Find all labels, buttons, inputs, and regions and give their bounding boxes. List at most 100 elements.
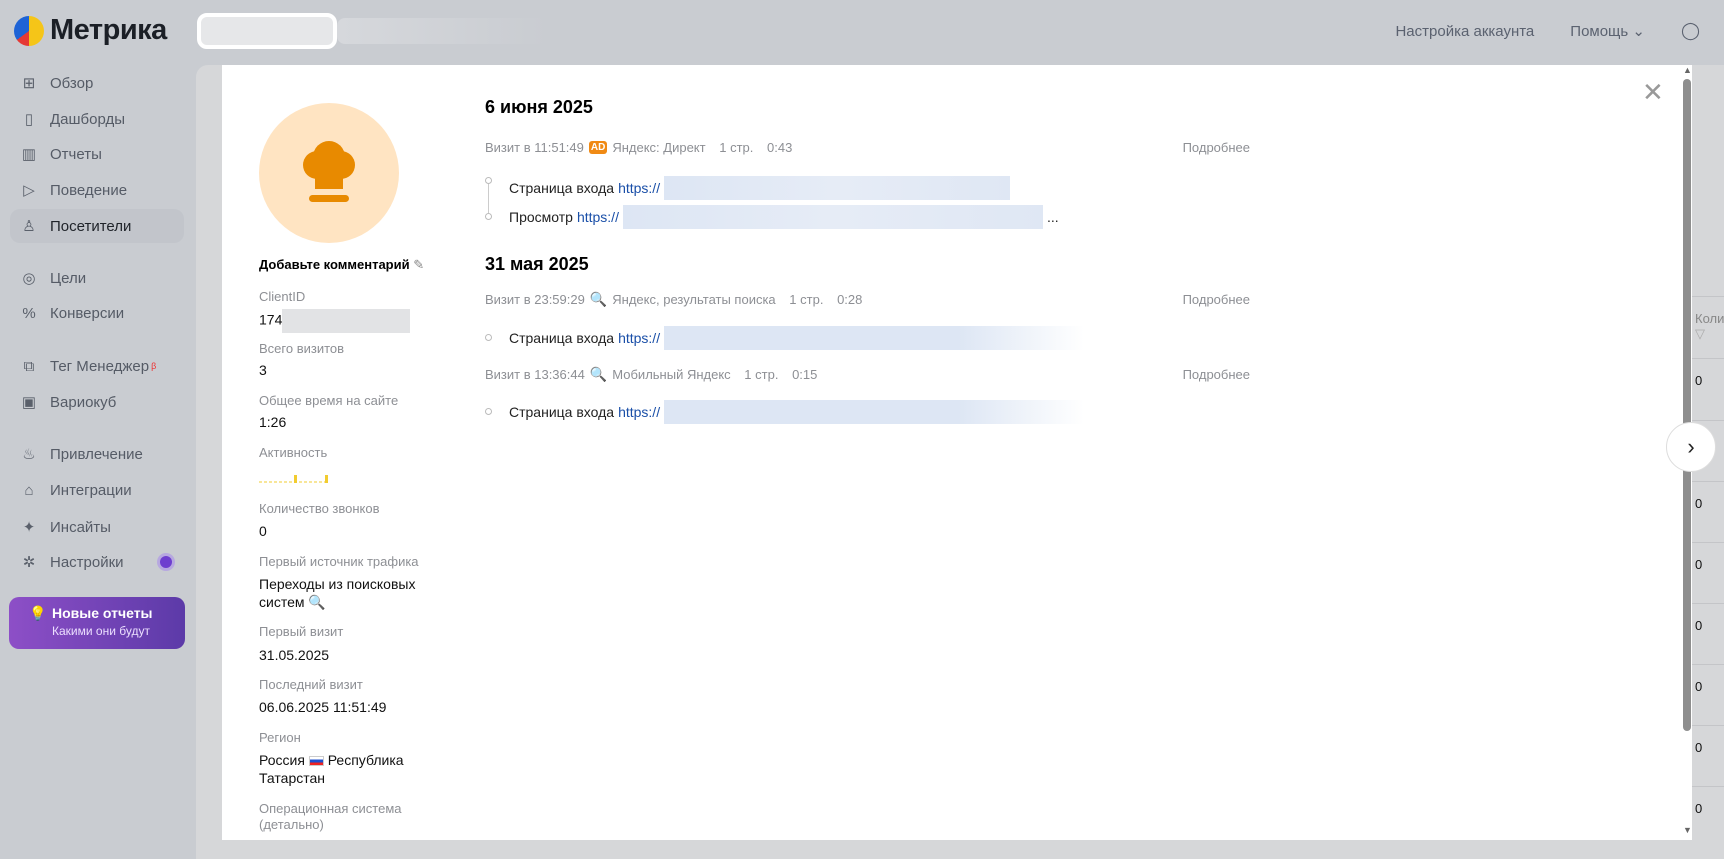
page-entry: Страница входа https:// (509, 400, 1085, 424)
scroll-down-arrow[interactable]: ▼ (1683, 825, 1692, 835)
clientid-label: ClientID (259, 289, 306, 304)
sidebar-item-acquisition[interactable]: ♨ Привлечение (10, 437, 184, 471)
filter-icon[interactable]: ▽ (1695, 326, 1705, 341)
metrika-logo[interactable]: Метрика (14, 14, 167, 47)
visit-pages: 1 стр. (789, 292, 824, 307)
counter-name-redacted (337, 18, 547, 44)
chef-hat-icon (303, 141, 355, 202)
sidebar-item-overview[interactable]: ⊞ Обзор (10, 66, 184, 100)
sidebar-item-integrations[interactable]: ⌂ Интеграции (10, 473, 184, 507)
promo-subtitle: Какими они будут (52, 624, 150, 638)
sidebar-item-label: Инсайты (50, 518, 111, 536)
timeline-dot (485, 334, 492, 341)
timeline-dot (485, 177, 492, 184)
bar-chart-icon: ▥ (21, 146, 37, 163)
account-settings-link[interactable]: Настройка аккаунта (1395, 23, 1534, 40)
first-source-value: Переходы из поисковых систем 🔍 (259, 575, 439, 611)
visit-row: Визит в 23:59:29 🔍 Яндекс, результаты поис… (485, 291, 1250, 308)
promo-title: Новые отчеты (52, 605, 153, 621)
timeline-line (488, 181, 489, 213)
sidebar-item-label: Обзор (50, 74, 94, 92)
first-visit-value: 31.05.2025 (259, 647, 330, 663)
page-url-link[interactable]: https:// (577, 209, 619, 225)
avatar (259, 103, 399, 243)
sidebar-item-label: Посетители (50, 217, 132, 235)
search-icon: 🔍 (308, 594, 326, 610)
page-url-link[interactable]: https:// (618, 180, 660, 196)
sidebar-item-settings[interactable]: ✲ Настройки (10, 545, 184, 579)
page-entry: Страница входа https:// (509, 326, 1085, 350)
target-icon: ◎ (22, 270, 36, 287)
next-visitor-button[interactable]: › (1666, 422, 1716, 472)
sidebar-item-insights[interactable]: ✦ Инсайты (10, 510, 184, 544)
page-url-link[interactable]: https:// (618, 404, 660, 420)
visit-pages: 1 стр. (744, 367, 779, 382)
fire-icon: ♨ (22, 446, 36, 463)
table-row: 0 (1692, 542, 1724, 603)
visit-duration: 0:43 (767, 140, 793, 155)
sidebar-item-variocube[interactable]: ▣ Вариокуб (10, 385, 184, 419)
tag-icon: ⧉ (23, 357, 35, 375)
sidebar-item-behavior[interactable]: ▷ Поведение (10, 173, 184, 207)
cell-value: 0 (1695, 679, 1703, 694)
sidebar-item-label: Настройки (50, 553, 124, 571)
last-visit-value: 06.06.2025 11:51:49 (259, 699, 387, 715)
more-link[interactable]: Подробнее (1183, 292, 1250, 307)
sidebar-item-visitors[interactable]: ♙ Посетители (10, 209, 184, 243)
page-type: Страница входа (509, 330, 615, 346)
visit-time: Визит в 11:51:49 (485, 140, 584, 155)
first-visit-label: Первый визит (259, 624, 344, 639)
day-heading: 31 мая 2025 (485, 254, 589, 274)
visit-duration: 0:28 (837, 292, 863, 307)
sidebar-item-label: Конверсии (50, 304, 125, 322)
more-link[interactable]: Подробнее (1183, 140, 1250, 155)
beta-badge: β (151, 361, 157, 371)
table-row: 0 (1692, 603, 1724, 664)
help-menu[interactable]: Помощь ⌄ (1570, 22, 1645, 40)
visit-source: Яндекс: Директ (612, 140, 706, 155)
visit-duration: 0:15 (792, 367, 818, 382)
visit-time: Визит в 23:59:29 (485, 292, 585, 307)
sidebar-item-goals[interactable]: ◎ Цели (10, 261, 184, 295)
more-link[interactable]: Подробнее (1183, 367, 1250, 382)
add-comment-button[interactable]: Добавьте комментарий ✎ (259, 257, 424, 273)
activity-label: Активность (259, 445, 328, 460)
search-icon: 🔍 (589, 366, 608, 382)
visit-source: Яндекс, результаты поиска (612, 292, 776, 307)
scrollbar[interactable] (1683, 79, 1691, 731)
logo-text: Метрика (50, 14, 167, 46)
top-nav: Настройка аккаунта Помощь ⌄ ◯ (1395, 0, 1724, 62)
sidebar-item-tag-manager[interactable]: ⧉ Тег Менеджер β (10, 349, 184, 383)
sidebar-item-label: Привлечение (50, 445, 143, 463)
new-reports-promo[interactable]: 💡 Новые отчеты Какими они будут (9, 597, 185, 649)
url-redacted (622, 205, 1043, 229)
cell-value: 0 (1695, 740, 1703, 755)
activity-sparkline (259, 475, 329, 483)
region-value: Россия Республика Татарстан (259, 751, 439, 787)
counter-selector[interactable] (197, 13, 337, 49)
sidebar-item-reports[interactable]: ▥ Отчеты (10, 137, 184, 171)
visit-row: Визит в 13:36:44 🔍 Мобильный Яндекс 1 стр.… (485, 366, 1250, 383)
sidebar-item-label: Дашборды (50, 110, 125, 128)
sidebar-item-label: Интеграции (50, 481, 132, 499)
sidebar-item-conversions[interactable]: % Конверсии (10, 296, 184, 330)
url-redacted (664, 176, 1011, 200)
table-header-count: Коли ▽ (1692, 296, 1724, 358)
cell-value: 0 (1695, 557, 1703, 572)
close-icon[interactable]: ✕ (1642, 77, 1664, 108)
sidebar-item-label: Тег Менеджер (50, 357, 150, 375)
sidebar-item-label: Вариокуб (50, 393, 117, 411)
sidebar-item-dashboards[interactable]: ▯ Дашборды (10, 102, 184, 136)
clientid-value: 174 (259, 309, 439, 333)
table-row: 0 (1692, 664, 1724, 725)
page-url-link[interactable]: https:// (618, 330, 660, 346)
pencil-icon: ✎ (413, 257, 425, 272)
scroll-up-arrow[interactable]: ▲ (1683, 65, 1692, 75)
chat-icon[interactable]: ◯ (1681, 21, 1700, 41)
column-header: Коли (1695, 311, 1724, 326)
cube-icon: ▣ (21, 394, 37, 411)
sidebar-item-label: Цели (50, 269, 87, 287)
url-redacted (664, 326, 1085, 350)
timeline-dot (485, 408, 492, 415)
clientid-visible-part: 174 (259, 311, 283, 328)
